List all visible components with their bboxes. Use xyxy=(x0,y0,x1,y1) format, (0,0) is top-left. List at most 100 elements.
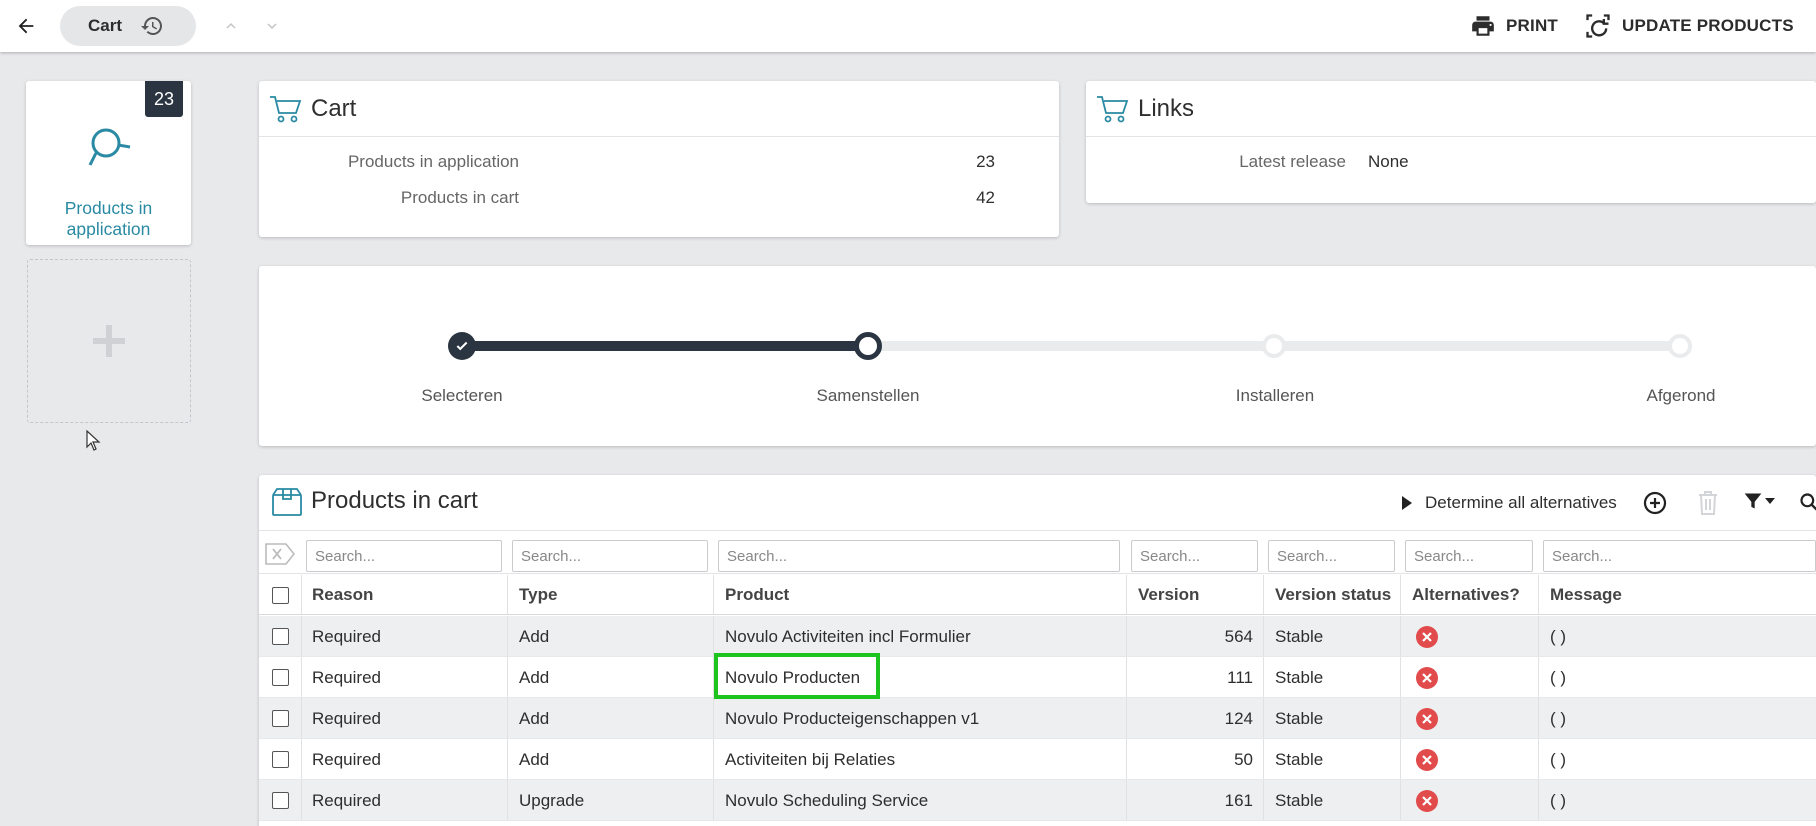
back-button[interactable] xyxy=(10,10,42,42)
column-header-message[interactable]: Message xyxy=(1550,575,1622,615)
play-icon xyxy=(1402,496,1412,510)
column-divider xyxy=(1263,739,1264,779)
step-selecteren-dot[interactable] xyxy=(448,332,476,360)
determine-alternatives-label: Determine all alternatives xyxy=(1425,493,1617,512)
reason-cell: Required xyxy=(312,749,381,769)
cart-card-header: Cart xyxy=(259,81,1059,137)
search-version-status-input[interactable]: Search... xyxy=(1268,540,1395,572)
version-status-cell: Stable xyxy=(1275,749,1324,769)
column-header-version[interactable]: Version xyxy=(1138,575,1199,615)
search-message-placeholder: Search... xyxy=(1552,547,1613,565)
package-icon xyxy=(272,488,302,516)
column-header-type[interactable]: Type xyxy=(519,575,557,615)
search-type-input[interactable]: Search... xyxy=(512,540,708,572)
next-button[interactable] xyxy=(260,14,284,38)
step-installeren-dot[interactable] xyxy=(1262,334,1286,358)
table-row[interactable]: Required Add Activiteiten bij Relaties 5… xyxy=(259,739,1816,780)
select-all-checkbox[interactable] xyxy=(272,587,289,604)
clear-filter-icon[interactable] xyxy=(265,543,295,565)
delete-icon[interactable] xyxy=(1697,490,1719,516)
column-divider xyxy=(713,739,714,779)
add-circle-icon[interactable] xyxy=(1643,491,1667,515)
column-divider xyxy=(507,575,508,614)
filter-dropdown-button[interactable] xyxy=(1743,491,1775,511)
shopping-cart-icon xyxy=(1097,95,1129,122)
column-divider xyxy=(301,575,302,614)
row-checkbox[interactable] xyxy=(272,751,289,768)
tab-cart[interactable]: Cart xyxy=(60,6,196,46)
table-row[interactable]: Required Add Novulo Producten 111 Stable… xyxy=(259,657,1816,698)
column-divider xyxy=(1263,657,1264,697)
product-cell[interactable]: Novulo Producteigenschappen v1 xyxy=(725,698,979,739)
column-divider xyxy=(1538,616,1539,656)
search-message-input[interactable]: Search... xyxy=(1543,540,1816,572)
products-in-cart-card: Products in cart Determine all alternati… xyxy=(259,475,1816,826)
shopping-cart-icon xyxy=(270,95,302,122)
version-status-cell: Stable xyxy=(1275,667,1324,687)
message-cell: ( ) xyxy=(1550,749,1567,769)
column-header-version-status[interactable]: Version status xyxy=(1275,575,1391,615)
table-row[interactable]: Required Add Novulo Activiteiten incl Fo… xyxy=(259,616,1816,657)
products-in-cart-label: Products in cart xyxy=(400,188,519,207)
reason-cell: Required xyxy=(312,790,381,810)
column-divider xyxy=(1400,616,1401,656)
step-samenstellen-dot[interactable] xyxy=(854,332,882,360)
printer-icon xyxy=(1472,16,1494,36)
count-badge: 23 xyxy=(145,81,183,117)
tab-cart-label: Cart xyxy=(88,16,123,35)
tile-label: Products in application xyxy=(26,198,191,240)
column-divider xyxy=(1400,739,1401,779)
row-checkbox[interactable] xyxy=(272,710,289,727)
caret-down-icon xyxy=(1765,498,1775,504)
column-divider xyxy=(507,657,508,697)
step-afgerond-label: Afgerond xyxy=(1646,386,1716,405)
message-cell: ( ) xyxy=(1550,790,1567,810)
products-in-application-tile[interactable]: 23 Products in application xyxy=(26,81,191,245)
version-cell: 50 xyxy=(1234,749,1253,769)
type-cell: Upgrade xyxy=(519,790,585,810)
update-products-button[interactable]: UPDATE PRODUCTS xyxy=(1584,10,1794,42)
product-cell[interactable]: Novulo Activiteiten incl Formulier xyxy=(725,616,971,657)
add-tile-button[interactable] xyxy=(27,259,191,423)
column-header-reason[interactable]: Reason xyxy=(312,575,373,615)
search-product-placeholder: Search... xyxy=(727,547,788,565)
check-icon xyxy=(456,341,468,351)
search-alternatives-placeholder: Search... xyxy=(1414,547,1475,565)
column-divider xyxy=(1126,575,1127,614)
step-selecteren-label: Selecteren xyxy=(421,386,503,405)
column-divider xyxy=(1538,739,1539,779)
products-title: Products in cart xyxy=(311,487,478,514)
row-checkbox[interactable] xyxy=(272,669,289,686)
message-cell: ( ) xyxy=(1550,708,1567,728)
search-icon[interactable] xyxy=(1799,491,1816,513)
previous-button[interactable] xyxy=(219,14,243,38)
plus-icon xyxy=(93,325,125,357)
column-divider xyxy=(1400,657,1401,697)
products-in-cart-value: 42 xyxy=(976,188,995,207)
row-checkbox[interactable] xyxy=(272,792,289,809)
row-checkbox[interactable] xyxy=(272,628,289,645)
column-divider xyxy=(1126,780,1127,820)
search-alternatives-input[interactable]: Search... xyxy=(1405,540,1533,572)
column-divider xyxy=(713,698,714,738)
type-cell: Add xyxy=(519,626,550,646)
table-row[interactable]: Required Upgrade Novulo Scheduling Servi… xyxy=(259,780,1816,821)
determine-alternatives-button[interactable]: Determine all alternatives xyxy=(1401,487,1617,519)
search-product-input[interactable]: Search... xyxy=(718,540,1120,572)
table-row[interactable]: Required Add Novulo Producteigenschappen… xyxy=(259,698,1816,739)
column-header-alternatives[interactable]: Alternatives? xyxy=(1412,575,1520,615)
product-cell[interactable]: Novulo Scheduling Service xyxy=(725,780,928,821)
type-cell: Add xyxy=(519,749,550,769)
print-button[interactable]: PRINT xyxy=(1470,10,1558,42)
step-afgerond-dot[interactable] xyxy=(1668,334,1692,358)
column-divider xyxy=(301,698,302,738)
column-header-product[interactable]: Product xyxy=(725,575,789,615)
search-version-input[interactable]: Search... xyxy=(1131,540,1258,572)
column-divider xyxy=(1538,698,1539,738)
product-cell[interactable]: Activiteiten bij Relaties xyxy=(725,739,895,780)
search-reason-input[interactable]: Search... xyxy=(306,540,502,572)
search-type-placeholder: Search... xyxy=(521,547,582,565)
history-icon[interactable] xyxy=(140,14,164,38)
version-status-cell: Stable xyxy=(1275,708,1324,728)
search-reason-placeholder: Search... xyxy=(315,547,376,565)
